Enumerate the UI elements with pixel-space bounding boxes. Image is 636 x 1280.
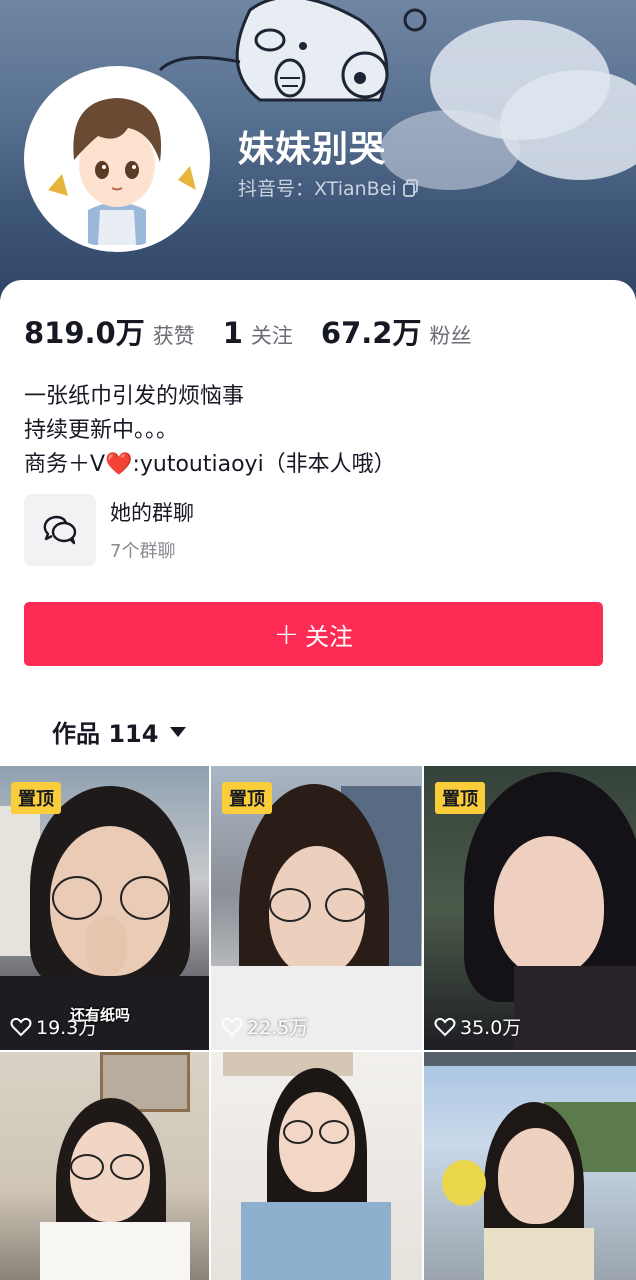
heart-outline-icon [221, 1017, 243, 1036]
heart-outline-icon [10, 1017, 32, 1036]
video-tile-6[interactable] [424, 1052, 636, 1280]
video-tile-4[interactable] [0, 1052, 209, 1280]
bio-line-3-suffix: :yutoutiaoyi（非本人哦） [132, 452, 396, 477]
plus-icon: + [273, 616, 300, 652]
glasses [325, 888, 367, 922]
group-chat-title: 她的群聊 [110, 501, 194, 525]
like-count-value: 22.5万 [247, 1017, 309, 1039]
avatar[interactable] [24, 66, 210, 252]
stat-following-label: 关注 [250, 324, 293, 348]
like-count: 35.0万 [434, 1013, 521, 1040]
like-count-value: 19.3万 [36, 1017, 98, 1039]
glasses [52, 876, 102, 920]
stat-followers-value: 67.2万 [320, 316, 422, 350]
copy-icon[interactable] [402, 178, 419, 197]
stat-likes[interactable]: 819.0万 获赞 [24, 310, 195, 352]
glasses [319, 1120, 349, 1144]
stat-followers-label: 粉丝 [429, 324, 472, 348]
video-tile-2[interactable]: 置顶 22.5万 [211, 766, 422, 1050]
heart-emoji: ❤️ [105, 452, 133, 477]
follow-button[interactable]: + 关注 [24, 602, 603, 666]
follow-button-label: 关注 [305, 622, 354, 651]
stat-likes-value: 819.0万 [24, 316, 145, 350]
caret-down-icon [170, 726, 187, 737]
nickname: 妹妹别哭 [238, 129, 387, 170]
pinned-badge: 置顶 [222, 782, 272, 814]
pinned-badge: 置顶 [11, 782, 61, 814]
glasses [283, 1120, 313, 1144]
group-chat-count: 7个群聊 [110, 541, 176, 562]
tab-works-label: 作品 114 [52, 720, 159, 748]
stat-following-value: 1 [222, 316, 243, 350]
like-count: 22.5万 [221, 1013, 308, 1040]
bio-line-1: 一张纸巾引发的烦恼事 [24, 384, 245, 409]
profile-banner: 妹妹别哭 抖音号：XTianBei [0, 0, 636, 300]
person-face [498, 1128, 574, 1224]
douyin-id: 抖音号：XTianBei [238, 174, 419, 201]
like-count-value: 35.0万 [460, 1017, 522, 1039]
stat-likes-label: 获赞 [152, 324, 195, 348]
bio-line-3-prefix: 商务＋V [24, 452, 106, 477]
douyin-id-text: 抖音号：XTianBei [238, 178, 397, 200]
video-tile-3[interactable]: 置顶 35.0万 [424, 766, 636, 1050]
glasses [269, 888, 311, 922]
chat-bubbles-icon [43, 515, 77, 545]
like-count: 19.3万 [10, 1013, 97, 1040]
bio-line-3: 商务＋V❤️:yutoutiaoyi（非本人哦） [24, 448, 396, 482]
pinned-badge: 置顶 [435, 782, 485, 814]
group-chat-icon-box [24, 494, 96, 566]
tab-works[interactable]: 作品 114 [52, 714, 187, 749]
stat-following[interactable]: 1 关注 [223, 316, 293, 350]
video-tile-5[interactable] [211, 1052, 422, 1280]
stat-followers[interactable]: 67.2万 粉丝 [321, 310, 472, 352]
glasses [120, 876, 170, 920]
glasses [110, 1154, 144, 1180]
bio-line-2: 持续更新中。。。 [24, 418, 179, 443]
bio: 一张纸巾引发的烦恼事 持续更新中。。。 商务＋V❤️:yutoutiaoyi（非… [24, 380, 396, 482]
heart-outline-icon [434, 1017, 456, 1036]
avatar-cartoon-boy [28, 70, 206, 248]
glasses [70, 1154, 104, 1180]
video-tile-1[interactable]: 还有纸吗 置顶 19.3万 [0, 766, 209, 1050]
stats-row: 819.0万 获赞 1 关注 67.2万 粉丝 [24, 310, 499, 352]
group-chat-entry[interactable]: 她的群聊 7个群聊 [24, 494, 194, 566]
person-face [494, 836, 604, 976]
